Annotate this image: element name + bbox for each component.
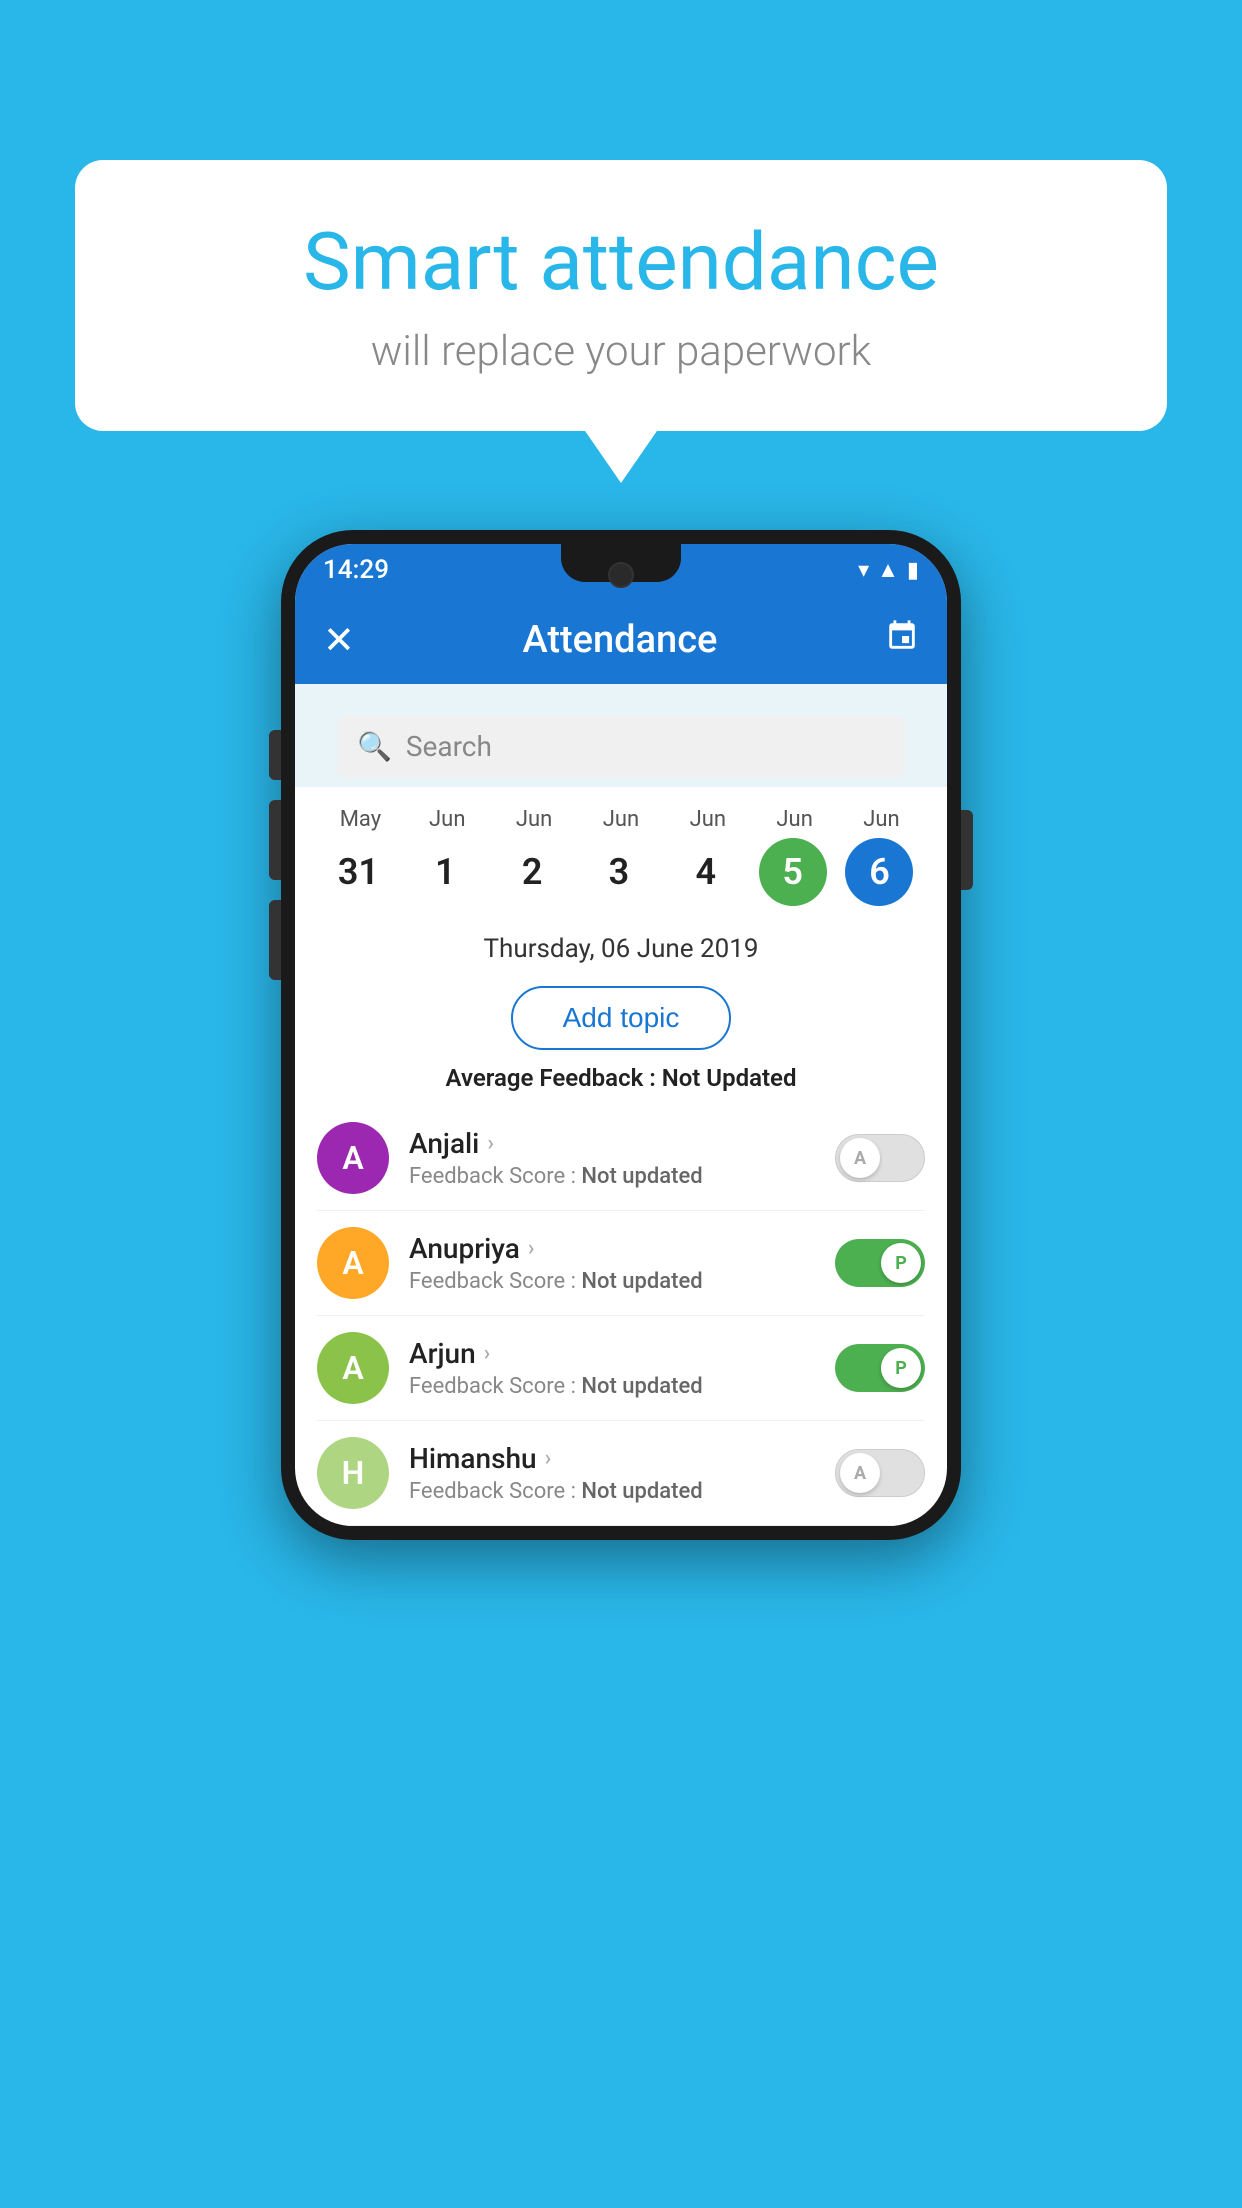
search-bar[interactable]: 🔍 Search <box>337 716 905 777</box>
toggle-circle-2: P <box>881 1348 921 1388</box>
close-button[interactable]: ✕ <box>323 618 355 663</box>
attendance-toggle-0[interactable]: A <box>835 1134 925 1182</box>
date-item-2[interactable]: Jun 2 <box>498 807 570 906</box>
student-info-2: Arjun › Feedback Score : Not updated <box>409 1337 835 1399</box>
wifi-icon: ▾ <box>858 558 869 583</box>
date-day-4: 4 <box>672 838 740 906</box>
average-feedback: Average Feedback : Not Updated <box>295 1064 947 1092</box>
student-name-1[interactable]: Anupriya › <box>409 1232 835 1265</box>
student-avatar-3: H <box>317 1437 389 1509</box>
chevron-icon: › <box>484 1341 491 1366</box>
date-day-6: 6 <box>845 838 913 906</box>
power-button <box>961 810 973 890</box>
student-avatar-1: A <box>317 1227 389 1299</box>
toggle-circle-1: P <box>881 1243 921 1283</box>
status-icons: ▾ ▲ ▮ <box>858 557 919 583</box>
date-month-1: Jun <box>411 807 483 832</box>
date-item-3[interactable]: Jun 3 <box>585 807 657 906</box>
date-item-0[interactable]: May 31 <box>324 807 396 906</box>
date-month-3: Jun <box>585 807 657 832</box>
student-item-3: H Himanshu › Feedback Score : Not updatedA <box>317 1421 925 1526</box>
date-day-1: 1 <box>411 838 479 906</box>
student-list: AAnjali ›Feedback Score : Not updatedAAA… <box>295 1106 947 1526</box>
student-info-3: Himanshu › Feedback Score : Not updated <box>409 1442 835 1504</box>
attendance-toggle-2[interactable]: P <box>835 1344 925 1392</box>
date-item-6[interactable]: Jun 6 <box>845 807 917 906</box>
signal-icon: ▲ <box>877 557 899 583</box>
student-avatar-0: A <box>317 1122 389 1194</box>
date-day-5: 5 <box>759 838 827 906</box>
date-month-5: Jun <box>759 807 831 832</box>
toggle-circle-0: A <box>840 1138 880 1178</box>
date-item-4[interactable]: Jun 4 <box>672 807 744 906</box>
status-time: 14:29 <box>323 555 389 585</box>
student-feedback-0: Feedback Score : Not updated <box>409 1164 835 1189</box>
student-name-3[interactable]: Himanshu › <box>409 1442 835 1475</box>
student-feedback-3: Feedback Score : Not updated <box>409 1479 835 1504</box>
bubble-title: Smart attendance <box>135 215 1107 309</box>
student-name-2[interactable]: Arjun › <box>409 1337 835 1370</box>
selected-date-info: Thursday, 06 June 2019 <box>295 916 947 972</box>
silent-button <box>269 900 281 980</box>
attendance-toggle-1[interactable]: P <box>835 1239 925 1287</box>
date-item-5[interactable]: Jun 5 <box>759 807 831 906</box>
student-item-0: AAnjali ›Feedback Score : Not updatedA <box>317 1106 925 1211</box>
attendance-toggle-3[interactable]: A <box>835 1449 925 1497</box>
speech-bubble-container: Smart attendance will replace your paper… <box>75 160 1167 431</box>
student-item-2: A Arjun › Feedback Score : Not updated P <box>317 1316 925 1421</box>
chevron-icon: › <box>528 1236 535 1261</box>
phone-screen: 14:29 ▾ ▲ ▮ ✕ Attendance <box>295 544 947 1526</box>
speech-bubble: Smart attendance will replace your paper… <box>75 160 1167 431</box>
selected-date-text: Thursday, 06 June 2019 <box>484 934 759 964</box>
date-month-6: Jun <box>845 807 917 832</box>
student-info-1: Anupriya › Feedback Score : Not updated <box>409 1232 835 1294</box>
phone-container: 14:29 ▾ ▲ ▮ ✕ Attendance <box>281 530 961 1540</box>
search-placeholder: Search <box>406 730 492 763</box>
calendar-icon[interactable] <box>885 619 919 662</box>
date-item-1[interactable]: Jun 1 <box>411 807 483 906</box>
phone-outer: 14:29 ▾ ▲ ▮ ✕ Attendance <box>281 530 961 1540</box>
date-selector: May 31 Jun 1 Jun 2 Jun 3 Jun 4 Jun 5 Jun 6 <box>295 787 947 916</box>
date-month-2: Jun <box>498 807 570 832</box>
bubble-subtitle: will replace your paperwork <box>135 327 1107 376</box>
student-feedback-2: Feedback Score : Not updated <box>409 1374 835 1399</box>
volume-up-button <box>269 730 281 780</box>
search-icon: 🔍 <box>357 730 392 763</box>
student-feedback-1: Feedback Score : Not updated <box>409 1269 835 1294</box>
date-day-3: 3 <box>585 838 653 906</box>
volume-down-button <box>269 800 281 880</box>
student-item-1: A Anupriya › Feedback Score : Not updated P <box>317 1211 925 1316</box>
app-bar: ✕ Attendance <box>295 596 947 684</box>
date-day-0: 31 <box>324 838 392 906</box>
phone-notch <box>561 544 681 582</box>
battery-icon: ▮ <box>907 558 919 583</box>
chevron-icon: › <box>545 1446 552 1471</box>
front-camera <box>608 562 634 588</box>
add-topic-button[interactable]: Add topic <box>511 986 732 1050</box>
app-bar-title: Attendance <box>355 618 885 662</box>
toggle-circle-3: A <box>840 1453 880 1493</box>
student-info-0: Anjali › Feedback Score : Not updated <box>409 1127 835 1189</box>
student-avatar-2: A <box>317 1332 389 1404</box>
chevron-icon: › <box>487 1131 494 1156</box>
date-day-2: 2 <box>498 838 566 906</box>
date-month-4: Jun <box>672 807 744 832</box>
student-name-0[interactable]: Anjali › <box>409 1127 835 1160</box>
date-month-0: May <box>324 807 396 832</box>
